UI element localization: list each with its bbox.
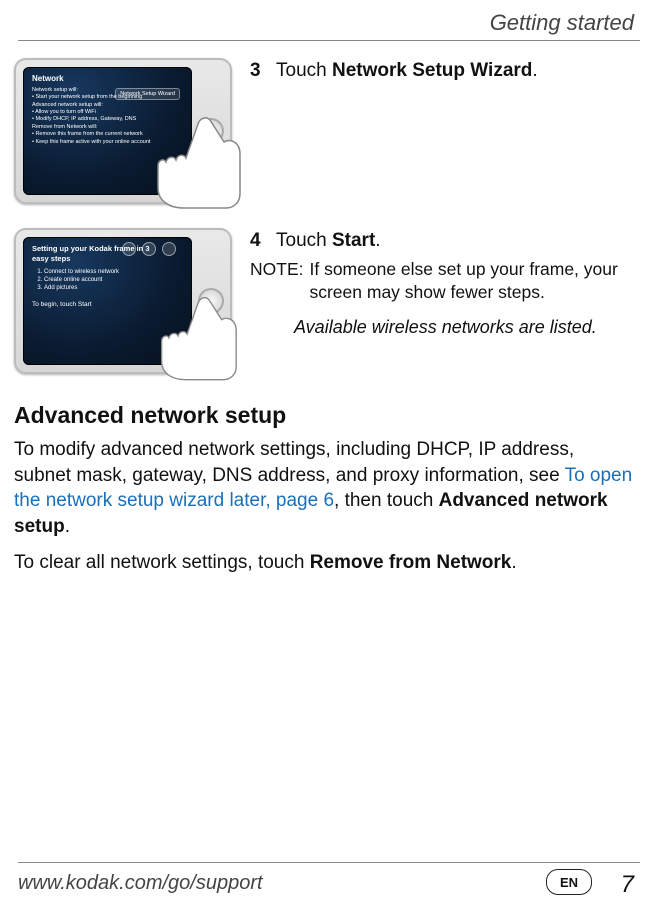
- step-4-bold: Start: [332, 230, 375, 251]
- step-3-bold: Network Setup Wizard: [332, 60, 532, 81]
- screen-title: Network: [32, 74, 150, 85]
- section-para-1: To modify advanced network settings, inc…: [14, 437, 634, 540]
- advanced-section: Advanced network setup To modify advance…: [14, 402, 634, 585]
- section-para-2: To clear all network settings, touch Rem…: [14, 550, 634, 576]
- screen-icon-1: [122, 242, 136, 256]
- section-heading: Advanced network setup: [14, 402, 634, 429]
- step-3-line: 3 Touch Network Setup Wizard.: [250, 58, 634, 84]
- step-3-text: Touch Network Setup Wizard.: [276, 58, 538, 84]
- step-4-prefix: Touch: [276, 230, 332, 251]
- screen-step-1: Connect to wireless network: [44, 268, 162, 276]
- step-3-suffix: .: [532, 60, 537, 81]
- step-3-prefix: Touch: [276, 60, 332, 81]
- device-illustration-1: Network Network setup will: • Start your…: [14, 58, 232, 204]
- step-4-note: NOTE: If someone else set up your frame,…: [250, 258, 634, 305]
- screen-icon-2: [142, 242, 156, 256]
- footer-url[interactable]: www.kodak.com/go/support: [18, 872, 263, 895]
- language-code: EN: [560, 875, 578, 890]
- note-text: If someone else set up your frame, your …: [309, 258, 634, 305]
- hand-icon: [132, 110, 242, 210]
- p2-a: To clear all network settings, touch: [14, 552, 310, 573]
- step-4-text: Touch Start.: [276, 228, 381, 254]
- screen-icon-3: [162, 242, 176, 256]
- step-3-row: Network Network setup will: • Start your…: [14, 58, 634, 204]
- screen-steps-list: Connect to wireless network Create onlin…: [44, 268, 162, 292]
- available-networks-text: Available wireless networks are listed.: [294, 315, 634, 339]
- footer-rule: [18, 862, 640, 863]
- screen-step-2: Create online account: [44, 276, 162, 284]
- step-number: 3: [250, 58, 264, 84]
- language-badge: EN: [546, 869, 592, 895]
- header-rule: [18, 40, 640, 41]
- step-list: Network Network setup will: • Start your…: [14, 58, 634, 380]
- step-4-row: Setting up your Kodak frame in 3 easy st…: [14, 228, 634, 374]
- step-4-suffix: .: [375, 230, 380, 251]
- p2-b: .: [511, 552, 516, 573]
- page: Getting started Network Network setup wi…: [0, 0, 658, 909]
- p1-b: , then touch: [334, 490, 439, 511]
- step-3-body: 3 Touch Network Setup Wizard.: [250, 58, 634, 86]
- running-header: Getting started: [490, 10, 634, 36]
- step-4-body: 4 Touch Start. NOTE: If someone else set…: [250, 228, 634, 339]
- p2-bold: Remove from Network: [310, 552, 512, 573]
- screen-top-icons: [122, 242, 176, 256]
- device-illustration-2: Setting up your Kodak frame in 3 easy st…: [14, 228, 232, 374]
- step-number-4: 4: [250, 228, 264, 254]
- screen-wizard-button: Network Setup Wizard: [115, 88, 180, 100]
- hand-icon-2: [138, 290, 238, 382]
- page-number: 7: [621, 871, 634, 899]
- p1-a: To modify advanced network settings, inc…: [14, 439, 574, 486]
- step-4-line: 4 Touch Start.: [250, 228, 634, 254]
- p1-c: .: [65, 516, 70, 537]
- note-label: NOTE:: [250, 258, 303, 305]
